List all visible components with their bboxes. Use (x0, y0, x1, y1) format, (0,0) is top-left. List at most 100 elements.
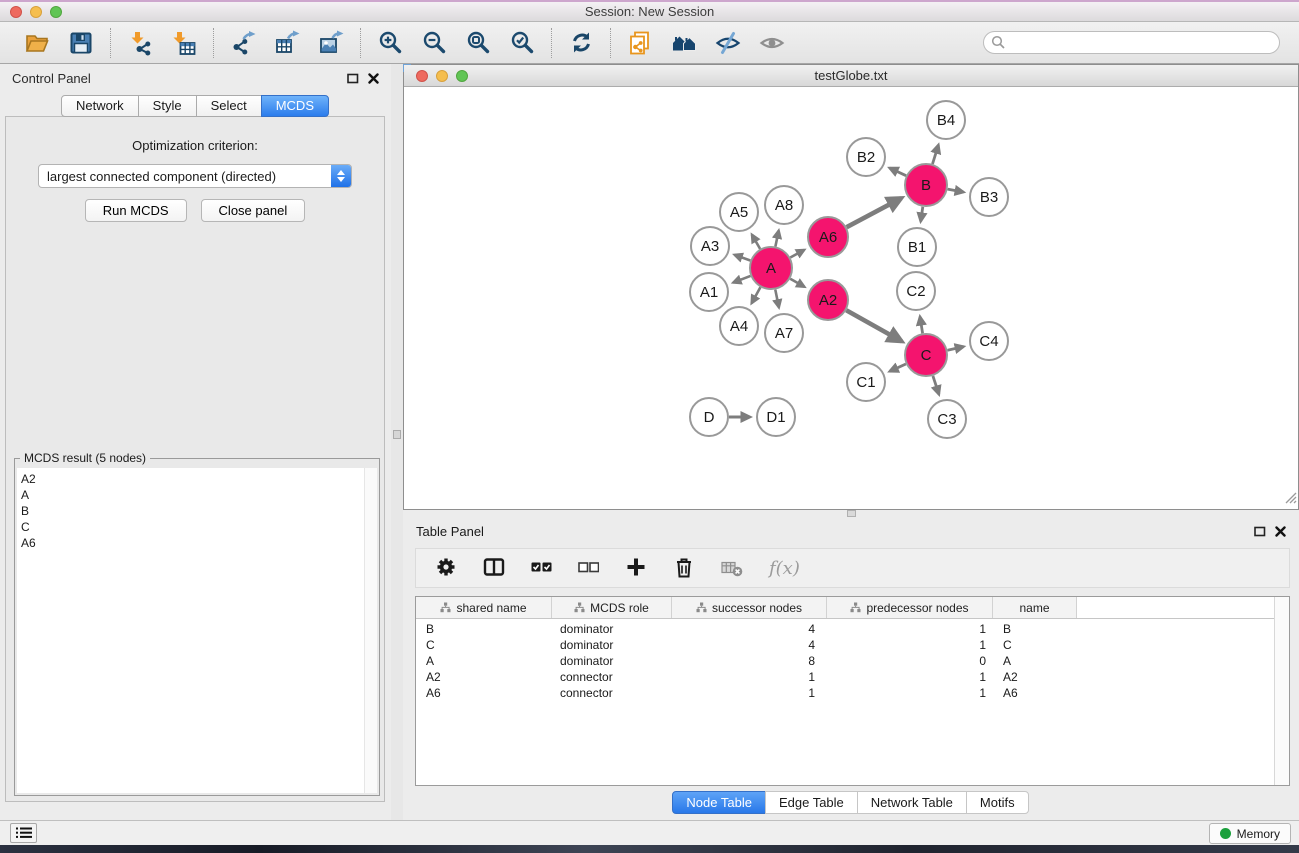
graph-node-A1[interactable]: A1 (690, 273, 728, 311)
memory-button[interactable]: Memory (1209, 823, 1291, 844)
graph-node-B[interactable]: B (905, 164, 947, 206)
close-table-panel-icon[interactable] (1275, 526, 1286, 537)
resize-grip-icon[interactable] (1283, 490, 1297, 507)
graph-edge-B-B2[interactable] (890, 168, 907, 176)
open-session-icon[interactable] (19, 26, 55, 60)
graph-edge-A-A8[interactable] (775, 231, 778, 247)
table-row[interactable]: Cdominator41C (416, 637, 1274, 653)
table-row[interactable]: Bdominator41B (416, 621, 1274, 637)
create-column-plus-icon[interactable] (625, 556, 647, 581)
graph-edge-B-B3[interactable] (948, 189, 964, 192)
graph-node-A5[interactable]: A5 (720, 193, 758, 231)
tab-select[interactable]: Select (196, 95, 262, 117)
graph-node-B4[interactable]: B4 (927, 101, 965, 139)
column-header-name[interactable]: name (993, 597, 1077, 618)
float-panel-icon[interactable] (347, 73, 359, 84)
select-all-columns-icon[interactable] (531, 560, 552, 577)
network-from-document-icon[interactable] (622, 26, 658, 60)
import-table-icon[interactable] (166, 26, 202, 60)
graph-node-D[interactable]: D (690, 398, 728, 436)
import-network-icon[interactable] (122, 26, 158, 60)
graph-edge-A-A4[interactable] (752, 287, 761, 303)
graph-edge-C-C3[interactable] (933, 376, 939, 394)
column-header-predecessor-nodes[interactable]: predecessor nodes (827, 597, 993, 618)
table-row[interactable]: A2connector11A2 (416, 669, 1274, 685)
graph-node-A2[interactable]: A2 (808, 280, 848, 320)
mcds-result-item[interactable]: B (17, 503, 377, 519)
deselect-all-columns-icon[interactable] (578, 560, 599, 577)
tab-network-table[interactable]: Network Table (857, 791, 967, 814)
table-row[interactable]: A6connector11A6 (416, 685, 1274, 701)
zoom-selected-icon[interactable] (504, 26, 540, 60)
graph-node-B1[interactable]: B1 (898, 228, 936, 266)
close-panel-icon[interactable] (368, 73, 379, 84)
table-settings-gear-icon[interactable] (435, 556, 457, 581)
zoom-in-icon[interactable] (372, 26, 408, 60)
graph-edge-C-C1[interactable] (890, 364, 906, 371)
maximize-window-button[interactable] (50, 6, 62, 18)
graph-node-C1[interactable]: C1 (847, 363, 885, 401)
refresh-layout-icon[interactable] (563, 26, 599, 60)
graph-edge-A2-C[interactable] (846, 310, 901, 341)
network-minimize-button[interactable] (436, 70, 448, 82)
export-network-icon[interactable] (225, 26, 261, 60)
mcds-result-item[interactable]: A (17, 487, 377, 503)
graph-node-A3[interactable]: A3 (691, 227, 729, 265)
network-maximize-button[interactable] (456, 70, 468, 82)
column-header-mcds-role[interactable]: MCDS role (552, 597, 672, 618)
optimization-criterion-select[interactable]: largest connected component (directed) (38, 164, 352, 188)
graph-edge-A-A1[interactable] (733, 276, 750, 283)
run-mcds-button[interactable]: Run MCDS (85, 199, 187, 222)
tab-edge-table[interactable]: Edge Table (765, 791, 858, 814)
table-scrollbar[interactable] (1274, 597, 1289, 785)
search-input[interactable] (983, 31, 1280, 54)
horizontal-splitter[interactable] (403, 510, 1299, 518)
graph-node-A4[interactable]: A4 (720, 307, 758, 345)
mcds-result-item[interactable]: A6 (17, 535, 377, 551)
graph-node-A6[interactable]: A6 (808, 217, 848, 257)
graph-edge-A-A7[interactable] (775, 290, 779, 308)
tab-motifs[interactable]: Motifs (966, 791, 1029, 814)
network-canvas[interactable]: ABCA2A6A1A3A4A5A7A8B1B2B3B4C1C2C3C4DD1 (404, 87, 1298, 508)
tab-mcds[interactable]: MCDS (261, 95, 329, 117)
graph-node-C4[interactable]: C4 (970, 322, 1008, 360)
close-window-button[interactable] (10, 6, 22, 18)
graph-edge-A-A2[interactable] (790, 279, 804, 287)
column-header-successor-nodes[interactable]: successor nodes (672, 597, 827, 618)
float-table-panel-icon[interactable] (1254, 526, 1266, 537)
graph-node-A8[interactable]: A8 (765, 186, 803, 224)
mcds-result-item[interactable]: C (17, 519, 377, 535)
save-session-icon[interactable] (63, 26, 99, 60)
splitter-handle[interactable] (847, 510, 856, 517)
graph-node-D1[interactable]: D1 (757, 398, 795, 436)
home-icon[interactable] (666, 26, 702, 60)
graph-node-C[interactable]: C (905, 334, 947, 376)
graph-node-C3[interactable]: C3 (928, 400, 966, 438)
task-history-button[interactable] (10, 823, 37, 843)
tab-network[interactable]: Network (61, 95, 139, 117)
splitter-handle[interactable] (393, 430, 401, 439)
graph-edge-B-B1[interactable] (921, 207, 923, 222)
delete-column-trash-icon[interactable] (673, 556, 695, 581)
column-header-shared-name[interactable]: shared name (416, 597, 552, 618)
graph-node-C2[interactable]: C2 (897, 272, 935, 310)
show-graphics-details-icon[interactable] (754, 26, 790, 60)
graph-node-B2[interactable]: B2 (847, 138, 885, 176)
graph-edge-C-C4[interactable] (948, 347, 964, 351)
graph-edge-B-B4[interactable] (933, 145, 939, 164)
show-column-panel-icon[interactable] (483, 556, 505, 581)
tab-style[interactable]: Style (138, 95, 197, 117)
graph-edge-A-A6[interactable] (790, 250, 804, 258)
graph-edge-A-A5[interactable] (752, 235, 760, 249)
title-bar[interactable]: Session: New Session (0, 0, 1299, 22)
network-close-button[interactable] (416, 70, 428, 82)
minimize-window-button[interactable] (30, 6, 42, 18)
zoom-fit-icon[interactable] (460, 26, 496, 60)
tab-node-table[interactable]: Node Table (672, 791, 766, 814)
mcds-result-item[interactable]: A2 (17, 468, 377, 487)
table-row[interactable]: Adominator80A (416, 653, 1274, 669)
graph-edge-C-C2[interactable] (920, 317, 923, 334)
graph-edge-A6-B[interactable] (847, 198, 902, 227)
export-image-icon[interactable] (313, 26, 349, 60)
zoom-out-icon[interactable] (416, 26, 452, 60)
